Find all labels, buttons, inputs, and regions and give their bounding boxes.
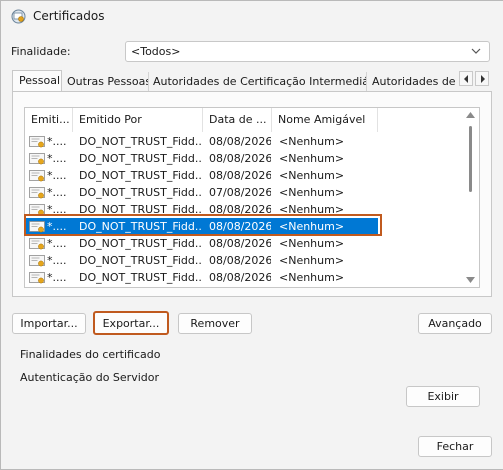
cell-issued-to: *.... bbox=[47, 186, 67, 199]
purposes-value: Autenticação do Servidor bbox=[20, 371, 160, 384]
purpose-select[interactable]: <Todos> bbox=[125, 41, 490, 62]
certificate-icon bbox=[29, 204, 45, 216]
cell-issued-to: *.... bbox=[47, 220, 67, 233]
cell-friendly-name: <Nenhum> bbox=[279, 237, 345, 250]
cell-issued-by: DO_NOT_TRUST_Fidd... bbox=[79, 271, 201, 284]
cell-friendly-name: <Nenhum> bbox=[279, 169, 345, 182]
cell-issued-by: DO_NOT_TRUST_Fidd... bbox=[79, 169, 201, 182]
certificates-dialog: Certificados Finalidade: <Todos> Pessoal… bbox=[0, 0, 503, 470]
table-row[interactable]: *.... DO_NOT_TRUST_Fidd... 08/08/2026 <Nenh… bbox=[25, 235, 465, 252]
cell-issued-by: DO_NOT_TRUST_Fidd... bbox=[79, 203, 201, 216]
cell-issued-to: *.... bbox=[47, 271, 67, 284]
cell-issued-to: *.... bbox=[47, 152, 67, 165]
certificate-icon bbox=[29, 187, 45, 199]
tab-strip: Pessoal Outras Pessoas Autoridades de Ce… bbox=[12, 70, 492, 92]
purposes-group-title: Finalidades do certificado bbox=[20, 348, 161, 361]
cell-issued-by: DO_NOT_TRUST_Fidd... bbox=[79, 237, 201, 250]
scrollbar-thumb[interactable] bbox=[469, 126, 472, 192]
export-button[interactable]: Exportar... bbox=[93, 311, 169, 335]
tab-label: Outras Pessoas bbox=[67, 75, 149, 88]
cell-friendly-name: <Nenhum> bbox=[279, 152, 345, 165]
cell-expiration: 08/08/2026 bbox=[209, 271, 271, 284]
cell-expiration: 08/08/2026 bbox=[209, 237, 271, 250]
cell-issued-to: *.... bbox=[47, 169, 67, 182]
table-row[interactable]: *.... DO_NOT_TRUST_Fidd... 08/08/2026 <Nenh… bbox=[25, 269, 465, 286]
remove-button[interactable]: Remover bbox=[178, 313, 252, 334]
tab-outras-pessoas[interactable]: Outras Pessoas bbox=[67, 72, 149, 91]
cell-friendly-name: <Nenhum> bbox=[279, 203, 345, 216]
table-row[interactable]: *.... DO_NOT_TRUST_Fidd... 08/08/2026 <Nenh… bbox=[25, 133, 465, 150]
tab-scroll-right-button[interactable] bbox=[475, 71, 489, 86]
certificate-icon bbox=[29, 255, 45, 267]
import-button[interactable]: Importar... bbox=[12, 313, 86, 334]
table-row[interactable]: *.... DO_NOT_TRUST_Fidd... 08/08/2026 <Nenh… bbox=[25, 218, 378, 235]
cell-issued-by: DO_NOT_TRUST_Fidd... bbox=[79, 220, 201, 233]
cell-friendly-name: <Nenhum> bbox=[279, 254, 345, 267]
arrow-right-icon bbox=[481, 75, 485, 83]
cell-expiration: 08/08/2026 bbox=[209, 203, 271, 216]
cell-issued-by: DO_NOT_TRUST_Fidd... bbox=[79, 186, 201, 199]
column-header-issued-to[interactable]: Emiti... bbox=[25, 108, 73, 132]
cell-friendly-name: <Nenhum> bbox=[279, 271, 345, 284]
cell-expiration: 08/08/2026 bbox=[209, 254, 271, 267]
window-title: Certificados bbox=[33, 9, 105, 23]
close-button[interactable]: Fechar bbox=[418, 436, 492, 457]
cell-issued-by: DO_NOT_TRUST_Fidd... bbox=[79, 152, 201, 165]
arrow-left-icon bbox=[464, 75, 468, 83]
cell-expiration: 08/08/2026 bbox=[209, 169, 271, 182]
tab-autoridades-raiz[interactable]: Autoridades de Ce bbox=[372, 72, 469, 91]
cell-friendly-name: <Nenhum> bbox=[279, 220, 345, 233]
certificate-icon bbox=[29, 136, 45, 148]
cell-friendly-name: <Nenhum> bbox=[279, 186, 345, 199]
cell-friendly-name: <Nenhum> bbox=[279, 135, 345, 148]
certificate-icon bbox=[29, 238, 45, 250]
certificate-app-icon bbox=[11, 9, 26, 24]
certificate-list[interactable]: Emiti... Emitido Por Data de ... Nome Am… bbox=[24, 107, 480, 288]
tab-label: Autoridades de Ce bbox=[372, 75, 469, 88]
table-row[interactable]: *.... DO_NOT_TRUST_Fidd... 08/08/2026 <Nenh… bbox=[25, 201, 465, 218]
column-header-friendly-name[interactable]: Nome Amigável bbox=[272, 108, 378, 132]
table-row[interactable]: *.... DO_NOT_TRUST_Fidd... 08/08/2026 <Nenh… bbox=[25, 150, 465, 167]
cell-issued-by: DO_NOT_TRUST_Fidd... bbox=[79, 135, 201, 148]
table-row[interactable]: *.... DO_NOT_TRUST_Fidd... 07/08/2026 <Nenh… bbox=[25, 184, 465, 201]
certificate-icon bbox=[29, 221, 45, 233]
table-row[interactable]: *.... DO_NOT_TRUST_Fidd... 08/08/2026 <Nenh… bbox=[25, 167, 465, 184]
purpose-value: <Todos> bbox=[131, 45, 181, 58]
view-button[interactable]: Exibir bbox=[406, 386, 480, 407]
tab-label: Autoridades de Certificação Intermediári… bbox=[153, 75, 367, 88]
cell-issued-to: *.... bbox=[47, 237, 67, 250]
cell-issued-to: *.... bbox=[47, 203, 67, 216]
cell-issued-to: *.... bbox=[47, 135, 67, 148]
column-header-expiration[interactable]: Data de ... bbox=[203, 108, 272, 132]
table-row[interactable]: *.... DO_NOT_TRUST_Fidd... 08/08/2026 <Nenh… bbox=[25, 252, 465, 269]
cell-issued-by: DO_NOT_TRUST_Fidd... bbox=[79, 254, 201, 267]
column-header-issued-by[interactable]: Emitido Por bbox=[73, 108, 203, 132]
cell-expiration: 08/08/2026 bbox=[209, 152, 271, 165]
tab-pessoal[interactable]: Pessoal bbox=[12, 70, 62, 92]
cell-expiration: 07/08/2026 bbox=[209, 186, 271, 199]
cell-issued-to: *.... bbox=[47, 254, 67, 267]
certificate-icon bbox=[29, 153, 45, 165]
cell-expiration: 08/08/2026 bbox=[209, 135, 271, 148]
tab-label: Pessoal bbox=[19, 74, 60, 87]
advanced-button[interactable]: Avançado bbox=[418, 313, 492, 334]
tab-autoridades-intermediarias[interactable]: Autoridades de Certificação Intermediári… bbox=[153, 72, 367, 91]
certificate-icon bbox=[29, 170, 45, 182]
cell-expiration: 08/08/2026 bbox=[209, 220, 271, 233]
scroll-up-icon[interactable] bbox=[466, 112, 475, 118]
tab-scroll-left-button[interactable] bbox=[459, 71, 473, 86]
chevron-down-icon bbox=[471, 48, 481, 54]
certificate-icon bbox=[29, 272, 45, 284]
scroll-down-icon[interactable] bbox=[466, 277, 475, 283]
list-scrollbar[interactable] bbox=[463, 108, 479, 287]
purpose-label: Finalidade: bbox=[11, 45, 71, 58]
title-bar: Certificados bbox=[1, 1, 503, 31]
